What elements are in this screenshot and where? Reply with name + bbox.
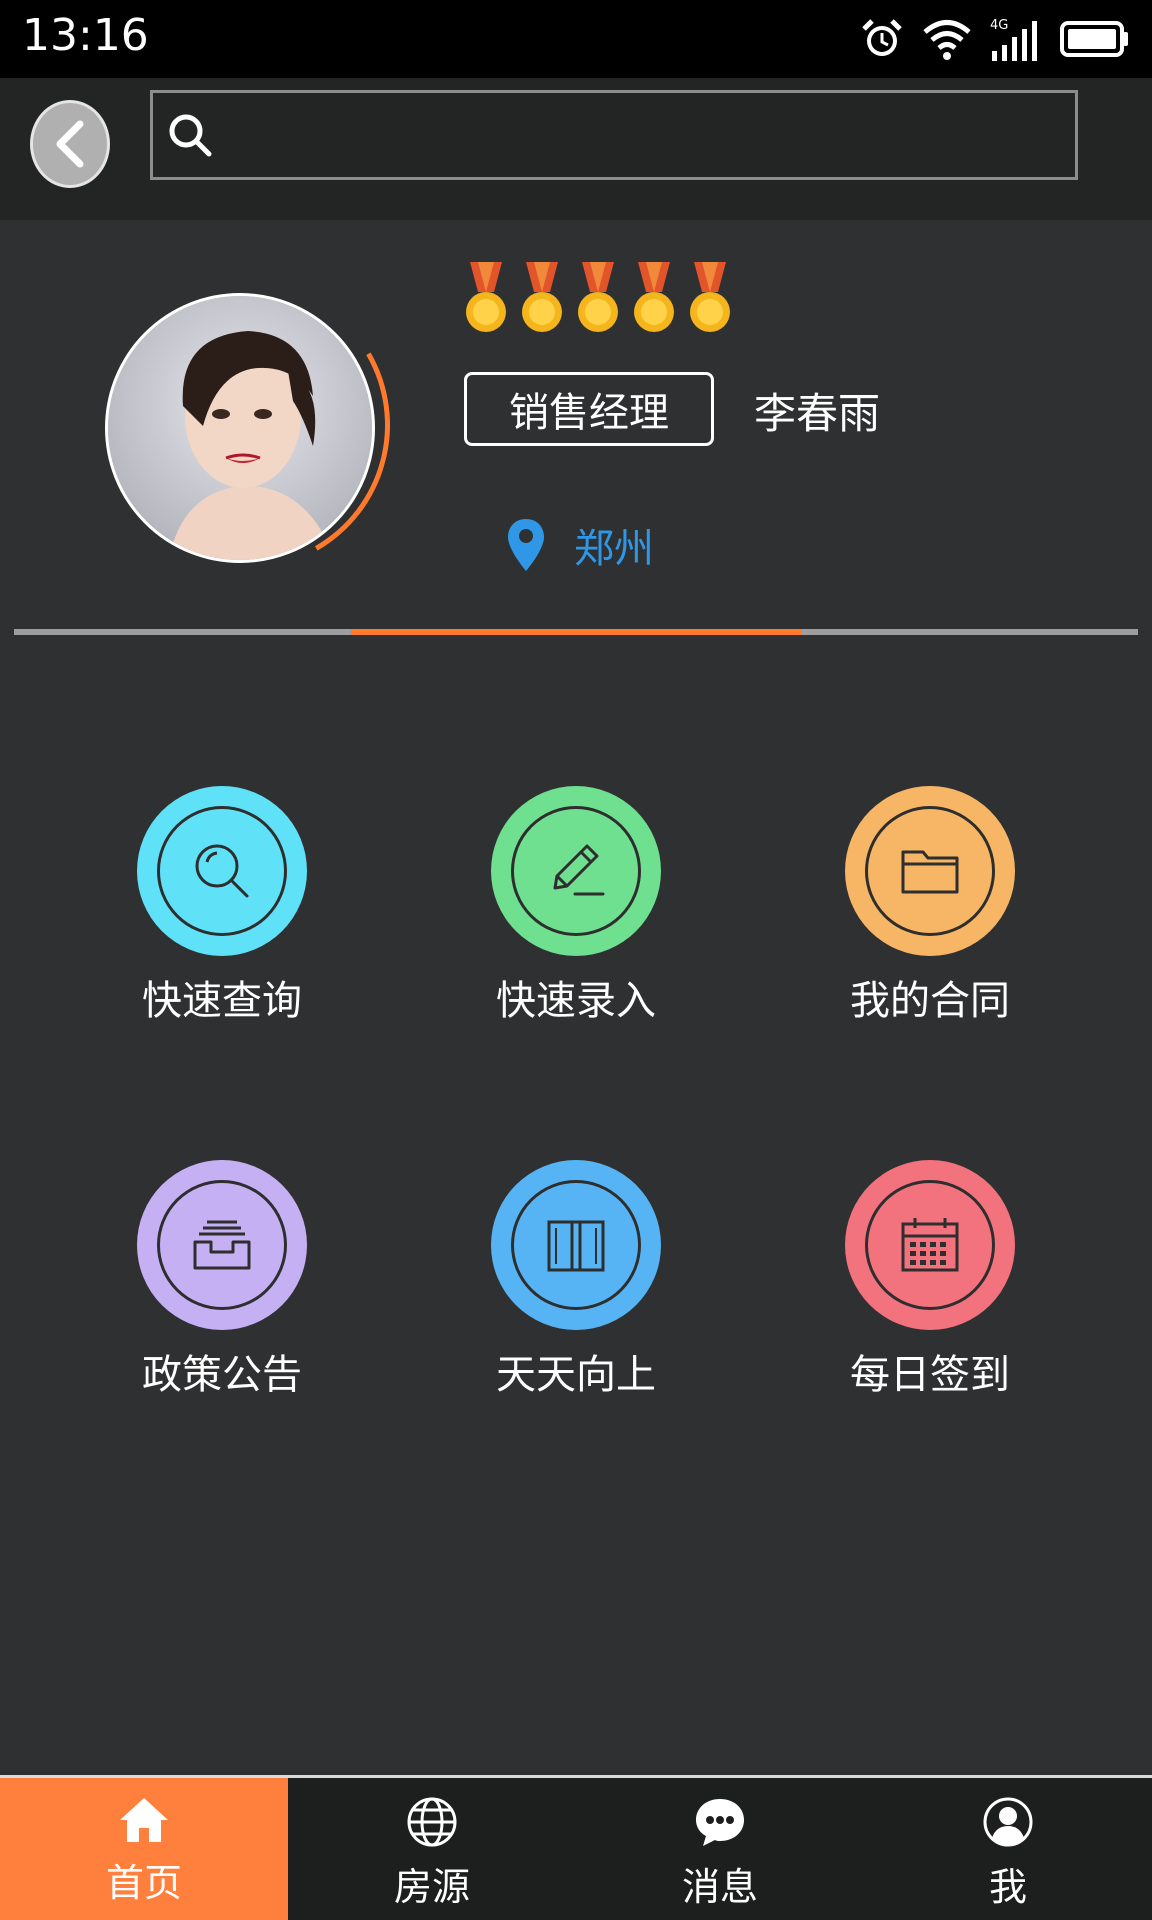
divider-accent — [351, 629, 801, 635]
status-bar: 13:16 4G — [0, 0, 1152, 78]
user-name: 李春雨 — [754, 389, 881, 438]
book-icon — [547, 1220, 605, 1272]
wifi-icon — [923, 20, 971, 60]
grid-item-quick-entry[interactable]: 快速录入 — [466, 786, 686, 1026]
header — [0, 78, 1152, 220]
profile-section: 销售经理 李春雨 郑州 — [0, 220, 1152, 640]
location-pin-icon — [508, 519, 544, 571]
medal-icon — [634, 262, 674, 332]
pencil-icon — [553, 844, 605, 896]
search-icon — [195, 844, 249, 898]
role-badge: 销售经理 — [464, 372, 714, 446]
search-input[interactable] — [213, 93, 1075, 177]
icon-circle — [845, 1160, 1015, 1330]
icon-circle — [491, 1160, 661, 1330]
alarm-icon — [862, 19, 902, 56]
nav-label: 我 — [988, 1865, 1027, 1909]
globe-icon — [407, 1797, 457, 1847]
grid-label: 天天向上 — [496, 1352, 656, 1398]
bottom-nav: 首页 房源 消息 我 — [0, 1775, 1152, 1920]
nav-label: 首页 — [105, 1861, 182, 1905]
grid-label: 快速录入 — [496, 978, 656, 1024]
nav-item-me[interactable]: 我 — [864, 1778, 1152, 1920]
avatar-portrait — [108, 296, 372, 560]
calendar-icon — [901, 1218, 959, 1272]
icon-circle — [137, 786, 307, 956]
network-type: 4G — [990, 18, 1008, 33]
location[interactable]: 郑州 — [506, 516, 654, 574]
grid-item-daily-progress[interactable]: 天天向上 — [466, 1160, 686, 1400]
battery-icon — [1060, 21, 1128, 57]
status-time: 13:16 — [22, 10, 149, 61]
grid-label: 每日签到 — [850, 1352, 1010, 1398]
chevron-left-icon — [56, 120, 84, 168]
medal-icon — [522, 262, 562, 332]
grid-item-quick-search[interactable]: 快速查询 — [112, 786, 332, 1026]
nav-label: 消息 — [681, 1865, 758, 1909]
search-icon — [169, 114, 212, 157]
inbox-icon — [193, 1220, 251, 1270]
nav-item-home[interactable]: 首页 — [0, 1778, 288, 1920]
avatar[interactable] — [105, 293, 375, 563]
chat-icon — [696, 1799, 744, 1846]
medal-icon — [690, 262, 730, 332]
nav-item-messages[interactable]: 消息 — [576, 1778, 864, 1920]
grid-label: 我的合同 — [850, 978, 1010, 1024]
folder-icon — [901, 850, 959, 894]
icon-circle — [491, 786, 661, 956]
nav-item-listings[interactable]: 房源 — [288, 1778, 576, 1920]
icon-circle — [137, 1160, 307, 1330]
location-text: 郑州 — [574, 526, 654, 572]
grid-label: 快速查询 — [142, 978, 302, 1024]
medal-icon — [466, 262, 506, 332]
home-icon — [120, 1798, 168, 1842]
user-icon — [983, 1797, 1033, 1847]
grid-item-daily-checkin[interactable]: 每日签到 — [820, 1160, 1040, 1400]
status-icons: 4G — [860, 14, 1130, 64]
medal-icon — [578, 262, 618, 332]
medal-row — [462, 262, 734, 340]
signal-icon: 4G — [990, 18, 1037, 61]
nav-label: 房源 — [393, 1865, 470, 1909]
back-button[interactable] — [30, 100, 110, 188]
icon-circle — [845, 786, 1015, 956]
grid-item-policy-notices[interactable]: 政策公告 — [112, 1160, 332, 1400]
grid-item-my-contracts[interactable]: 我的合同 — [820, 786, 1040, 1026]
search-box[interactable] — [150, 90, 1078, 180]
grid-label: 政策公告 — [142, 1352, 302, 1398]
